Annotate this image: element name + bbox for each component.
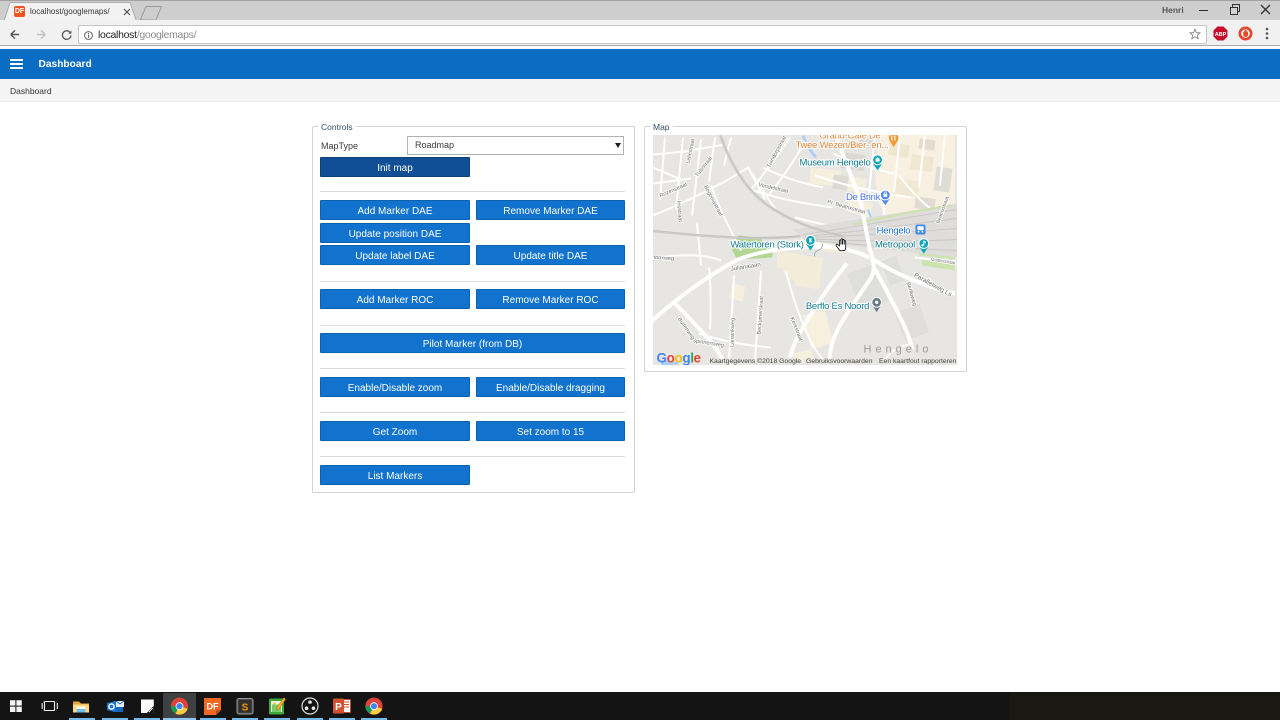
svg-text:Gebruiksvoorwaarden: Gebruiksvoorwaarden bbox=[806, 358, 873, 365]
svg-text:De Brink: De Brink bbox=[846, 192, 881, 203]
svg-text:Kaartgegevens ©2018 Google: Kaartgegevens ©2018 Google bbox=[710, 357, 802, 365]
svg-text:Lansinkweg: Lansinkweg bbox=[729, 317, 736, 346]
svg-text:Hengelo: Hengelo bbox=[864, 343, 933, 355]
svg-text:P: P bbox=[335, 702, 342, 713]
svg-text:DF: DF bbox=[207, 702, 219, 712]
svg-text:Twee Wezen/Bier- en...: Twee Wezen/Bier- en... bbox=[795, 140, 888, 151]
svg-text:Google: Google bbox=[657, 350, 702, 365]
svg-text:Hengelo: Hengelo bbox=[877, 225, 911, 236]
svg-text:ABP: ABP bbox=[1215, 32, 1227, 38]
svg-text:Berflo Es Noord: Berflo Es Noord bbox=[806, 301, 869, 312]
svg-text:S: S bbox=[242, 703, 249, 714]
svg-text:Metropool: Metropool bbox=[875, 239, 915, 250]
svg-text:Een kaartfout rapporteren: Een kaartfout rapporteren bbox=[879, 358, 957, 365]
svg-text:Museum Hengelo: Museum Hengelo bbox=[800, 157, 871, 168]
svg-text:Watertoren (Stork): Watertoren (Stork) bbox=[730, 239, 803, 250]
